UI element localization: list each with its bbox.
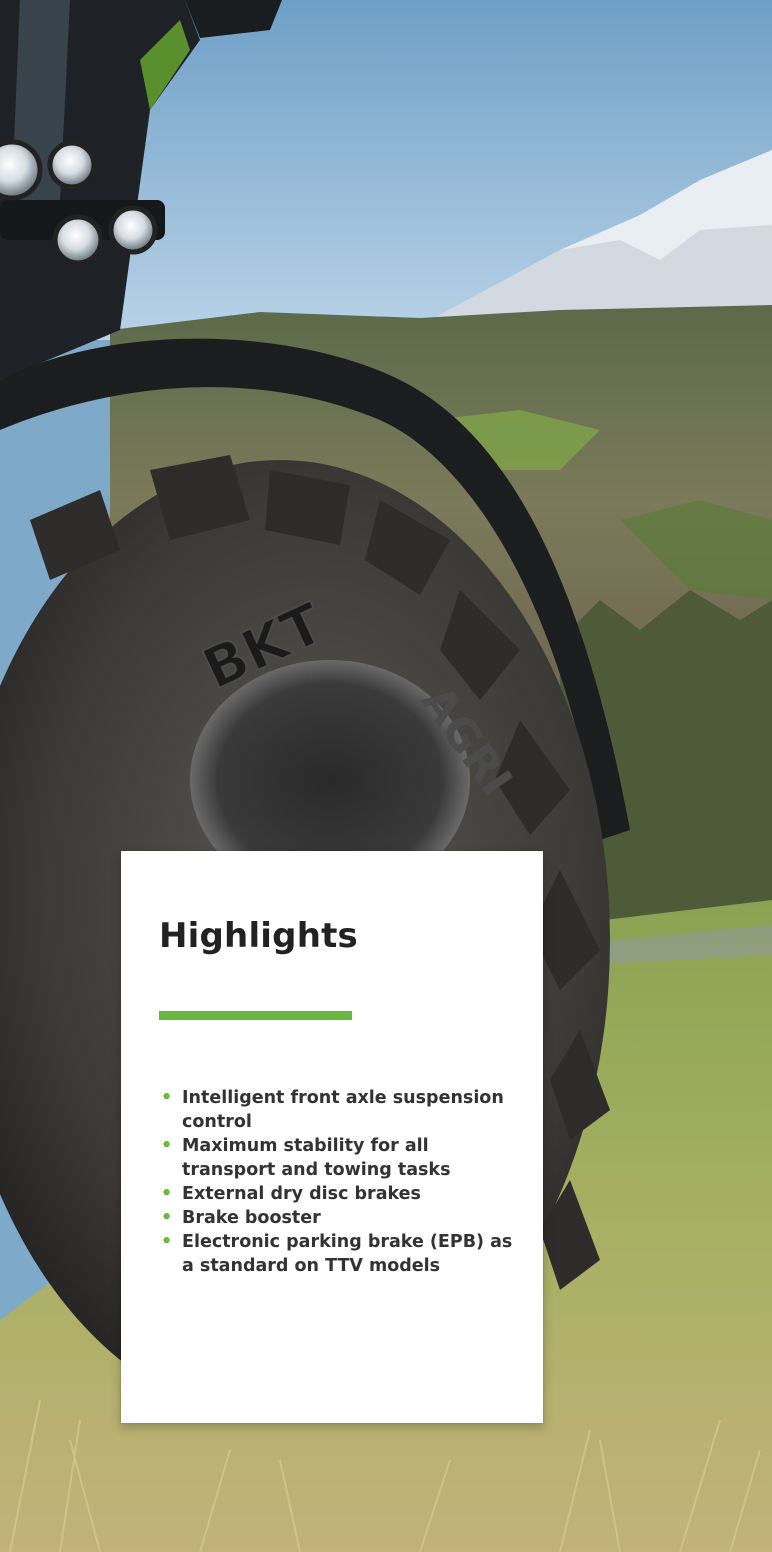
highlight-item: • Intelligent front axle suspension contr… xyxy=(161,1088,504,1132)
highlight-item: • Maximum stability for all transport and… xyxy=(161,1136,451,1180)
bullet-icon: • xyxy=(161,1208,173,1228)
highlight-item: • Brake booster xyxy=(161,1208,321,1228)
highlights-title: Highlights xyxy=(159,916,358,956)
bullet-icon: • xyxy=(161,1088,173,1108)
highlight-item: • External dry disc brakes xyxy=(161,1184,421,1204)
bullet-icon: • xyxy=(161,1232,173,1252)
highlight-item: • Electronic parking brake (EPB) as a sta… xyxy=(161,1232,513,1276)
bullet-icon: • xyxy=(161,1184,173,1204)
highlights-list: • Intelligent front axle suspension contr… xyxy=(159,1086,519,1278)
bullet-icon: • xyxy=(161,1136,173,1156)
highlights-card: Highlights • Intelligent front axle suspe… xyxy=(121,851,543,1423)
title-accent-rule xyxy=(159,1011,352,1020)
